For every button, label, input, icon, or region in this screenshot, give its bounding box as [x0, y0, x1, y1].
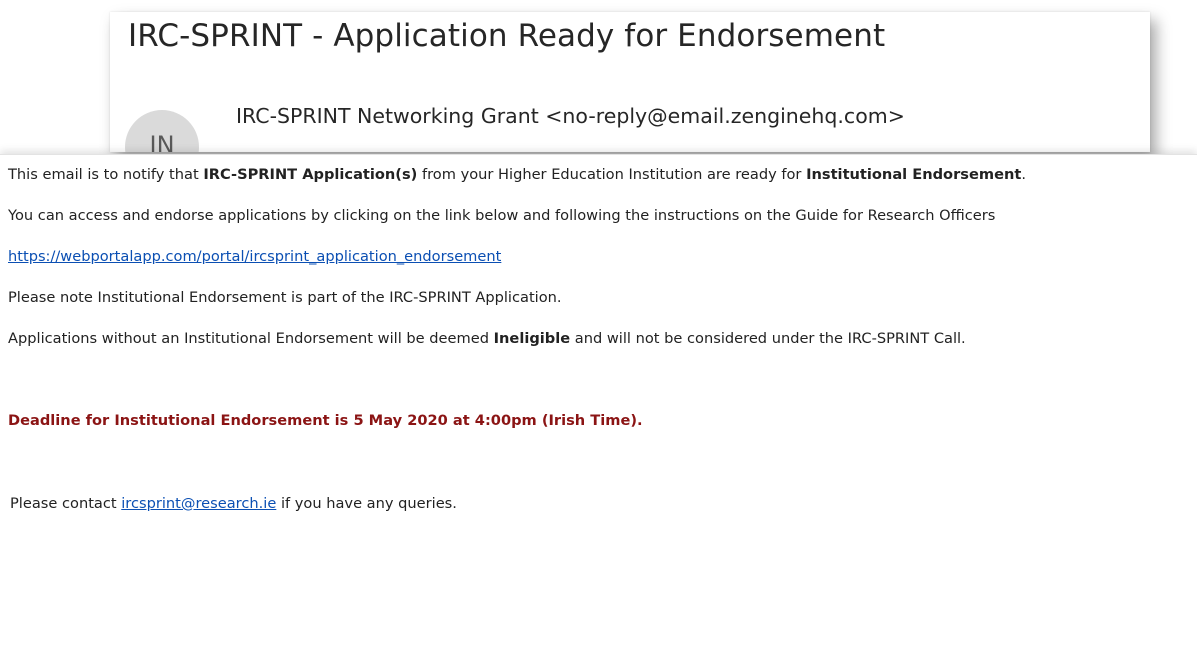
- sender-avatar[interactable]: IN: [125, 110, 199, 152]
- email-header: IRC-SPRINT - Application Ready for Endor…: [110, 12, 1150, 152]
- contact-text-1: Please contact: [10, 495, 122, 512]
- ineligible-bold: Ineligible: [493, 330, 571, 347]
- notify-bold-application: IRC-SPRINT Application(s): [203, 166, 418, 183]
- contact-email-link[interactable]: ircsprint@research.ie: [121, 495, 276, 512]
- ineligible-text-2: and will not be considered under the IRC…: [570, 330, 966, 347]
- endorsement-link[interactable]: https://webportalapp.com/portal/ircsprin…: [8, 248, 501, 265]
- paragraph-ineligible: Applications without an Institutional En…: [8, 330, 966, 347]
- paragraph-access: You can access and endorse applications …: [8, 207, 996, 224]
- notify-text-2: from your Higher Education Institution a…: [417, 166, 807, 183]
- notify-text-3: .: [1021, 166, 1026, 183]
- deadline-notice: Deadline for Institutional Endorsement i…: [8, 412, 643, 429]
- sender-name[interactable]: IRC-SPRINT Networking Grant <no-reply@em…: [236, 104, 905, 128]
- ineligible-text-1: Applications without an Institutional En…: [8, 330, 494, 347]
- paragraph-note: Please note Institutional Endorsement is…: [8, 289, 562, 306]
- paragraph-notify: This email is to notify that IRC-SPRINT …: [8, 166, 1026, 183]
- contact-text-2: if you have any queries.: [276, 495, 457, 512]
- paragraph-link: https://webportalapp.com/portal/ircsprin…: [8, 248, 501, 265]
- email-body: This email is to notify that IRC-SPRINT …: [0, 154, 1197, 658]
- paragraph-contact: Please contact ircsprint@research.ie if …: [10, 495, 457, 512]
- notify-text-1: This email is to notify that: [8, 166, 204, 183]
- notify-bold-endorsement: Institutional Endorsement: [806, 166, 1022, 183]
- email-subject: IRC-SPRINT - Application Ready for Endor…: [128, 18, 886, 54]
